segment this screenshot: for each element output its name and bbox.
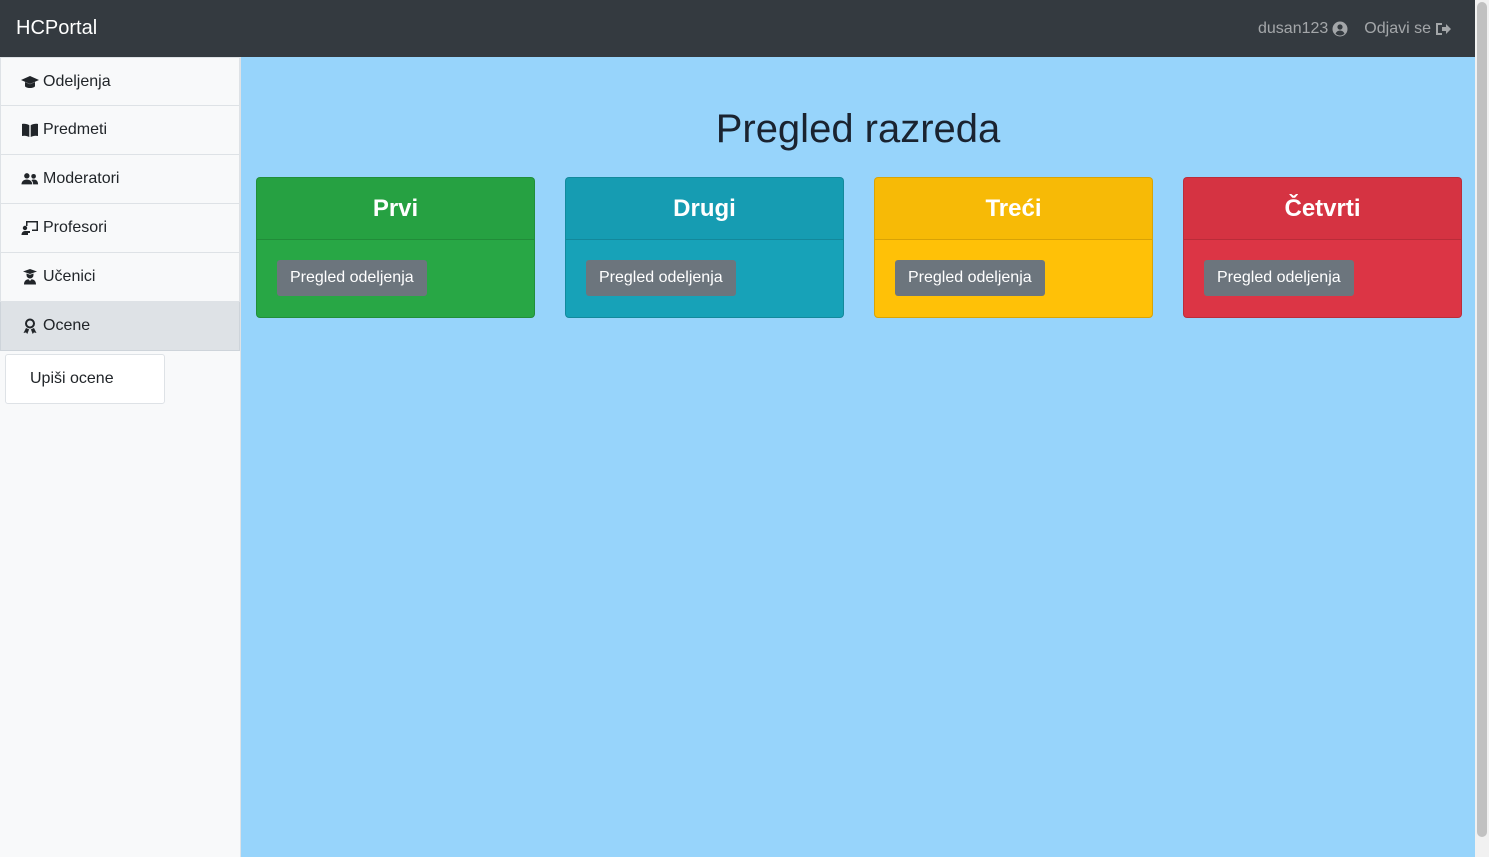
card-body: Pregled odeljenja <box>566 240 843 316</box>
card-title: Prvi <box>257 178 534 240</box>
user-link[interactable]: dusan123 <box>1258 20 1348 38</box>
sidebar-item-label: Moderatori <box>43 170 120 187</box>
sidebar-item-label: Odeljenja <box>43 72 111 90</box>
logout-link[interactable]: Odjavi se <box>1364 20 1451 38</box>
pregled-odeljenja-button[interactable]: Pregled odeljenja <box>895 260 1045 296</box>
book-icon <box>22 123 38 137</box>
card-cetvrti: Četvrti Pregled odeljenja <box>1183 177 1462 318</box>
card-title: Četvrti <box>1184 178 1461 240</box>
card-treci: Treći Pregled odeljenja <box>874 177 1153 318</box>
card-body: Pregled odeljenja <box>1184 240 1461 316</box>
card-body: Pregled odeljenja <box>875 240 1152 316</box>
class-cards: Prvi Pregled odeljenja Drugi Pregled ode… <box>256 177 1462 318</box>
sidebar-item-odeljenja[interactable]: Odeljenja <box>0 57 240 106</box>
sidebar-item-ucenici[interactable]: Učenici <box>0 253 240 302</box>
page-title: Pregled razreda <box>715 107 1001 151</box>
logout-label: Odjavi se <box>1364 19 1431 37</box>
user-circle-icon <box>1332 21 1348 36</box>
sidebar-item-label: Predmeti <box>43 121 108 138</box>
user-graduate-icon <box>23 269 37 285</box>
main-content: Pregled razreda Prvi Pregled odeljenja D… <box>241 57 1475 857</box>
sidebar-item-label: Profesori <box>43 219 108 236</box>
scrollbar-thumb[interactable] <box>1477 2 1487 837</box>
navbar-right: dusan123 Odjavi se <box>1258 20 1451 38</box>
card-prvi: Prvi Pregled odeljenja <box>256 177 535 318</box>
brand-logo[interactable]: HCPortal <box>16 17 97 40</box>
top-navbar: HCPortal dusan123 Odjavi se <box>0 0 1475 57</box>
sidebar-item-label: Ocene <box>43 317 91 334</box>
sidebar-item-moderatori[interactable]: Moderatori <box>0 155 240 204</box>
graduation-cap-icon <box>21 75 39 88</box>
award-icon <box>23 318 37 334</box>
sidebar-item-ocene[interactable]: Ocene <box>0 302 240 351</box>
sidebar-item-profesori[interactable]: Profesori <box>0 204 240 253</box>
card-body: Pregled odeljenja <box>257 240 534 316</box>
sidebar-subitem-upisi-ocene[interactable]: Upiši ocene <box>5 354 165 404</box>
username-label: dusan123 <box>1258 19 1329 37</box>
sidebar: Odeljenja Predmeti Moderatori Profesori … <box>0 57 241 857</box>
pregled-odeljenja-button[interactable]: Pregled odeljenja <box>586 260 736 296</box>
vertical-scrollbar[interactable] <box>1475 0 1489 857</box>
card-title: Treći <box>875 178 1152 240</box>
users-icon <box>21 173 39 185</box>
card-drugi: Drugi Pregled odeljenja <box>565 177 844 318</box>
chalkboard-teacher-icon <box>21 221 38 235</box>
pregled-odeljenja-button[interactable]: Pregled odeljenja <box>277 260 427 296</box>
sidebar-item-predmeti[interactable]: Predmeti <box>0 106 240 155</box>
sidebar-item-label: Učenici <box>43 268 96 285</box>
sign-out-icon <box>1436 22 1451 35</box>
pregled-odeljenja-button[interactable]: Pregled odeljenja <box>1204 260 1354 296</box>
card-title: Drugi <box>566 178 843 240</box>
